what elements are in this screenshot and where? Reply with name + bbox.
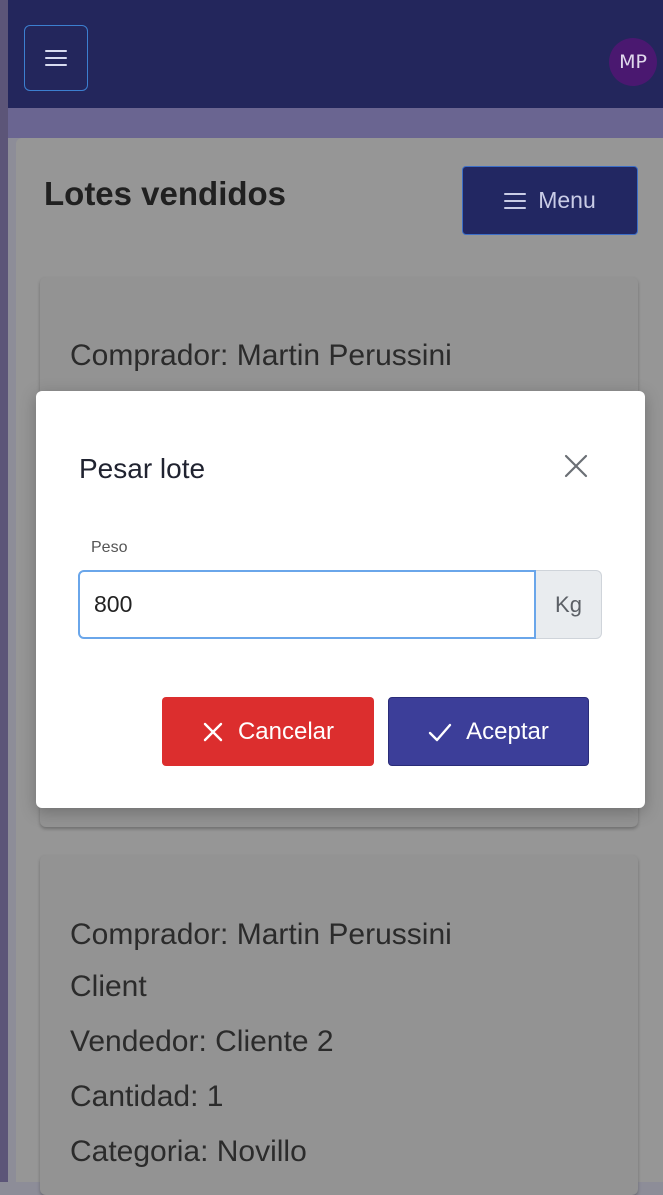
hamburger-icon xyxy=(45,50,67,66)
user-avatar[interactable]: MP xyxy=(609,38,657,86)
card-buyer: Comprador: Martin Perussini xyxy=(70,339,452,372)
modal-title: Pesar lote xyxy=(79,453,206,484)
card-seller: Vendedor: Cliente 2 xyxy=(70,1025,334,1058)
cancel-button-label: Cancelar xyxy=(237,717,335,745)
weight-input-group: Kg xyxy=(78,570,602,639)
accept-button-label: Aceptar xyxy=(466,717,549,745)
close-icon xyxy=(564,454,588,478)
card-category: Categoria: Novillo xyxy=(70,1135,307,1168)
nav-toggle-button[interactable] xyxy=(24,25,88,91)
modal-close-button[interactable] xyxy=(556,446,596,486)
lot-card: Comprador: Martin Perussini Client Vende… xyxy=(40,855,638,1195)
menu-button-label: Menu xyxy=(538,187,596,213)
menu-icon xyxy=(504,192,527,209)
menu-button[interactable]: Menu xyxy=(462,166,638,235)
weight-field-label: Peso xyxy=(91,539,128,556)
unit-addon: Kg xyxy=(536,570,602,639)
top-navbar: MP xyxy=(8,0,663,108)
weigh-lot-modal: Pesar lote Peso Kg Cancelar Aceptar xyxy=(36,391,645,808)
sub-header-bar xyxy=(8,108,663,138)
check-icon xyxy=(428,723,452,741)
page-title: Lotes vendidos xyxy=(44,175,287,212)
cancel-button[interactable]: Cancelar xyxy=(162,697,374,766)
card-buyer: Comprador: Martin Perussini xyxy=(70,918,452,951)
accept-button[interactable]: Aceptar xyxy=(388,697,589,766)
card-quantity: Cantidad: 1 xyxy=(70,1080,224,1113)
left-edge-strip xyxy=(0,0,8,1182)
card-buyer-cont: Client xyxy=(70,970,147,1003)
close-icon xyxy=(203,722,223,741)
weight-input[interactable] xyxy=(78,570,536,639)
